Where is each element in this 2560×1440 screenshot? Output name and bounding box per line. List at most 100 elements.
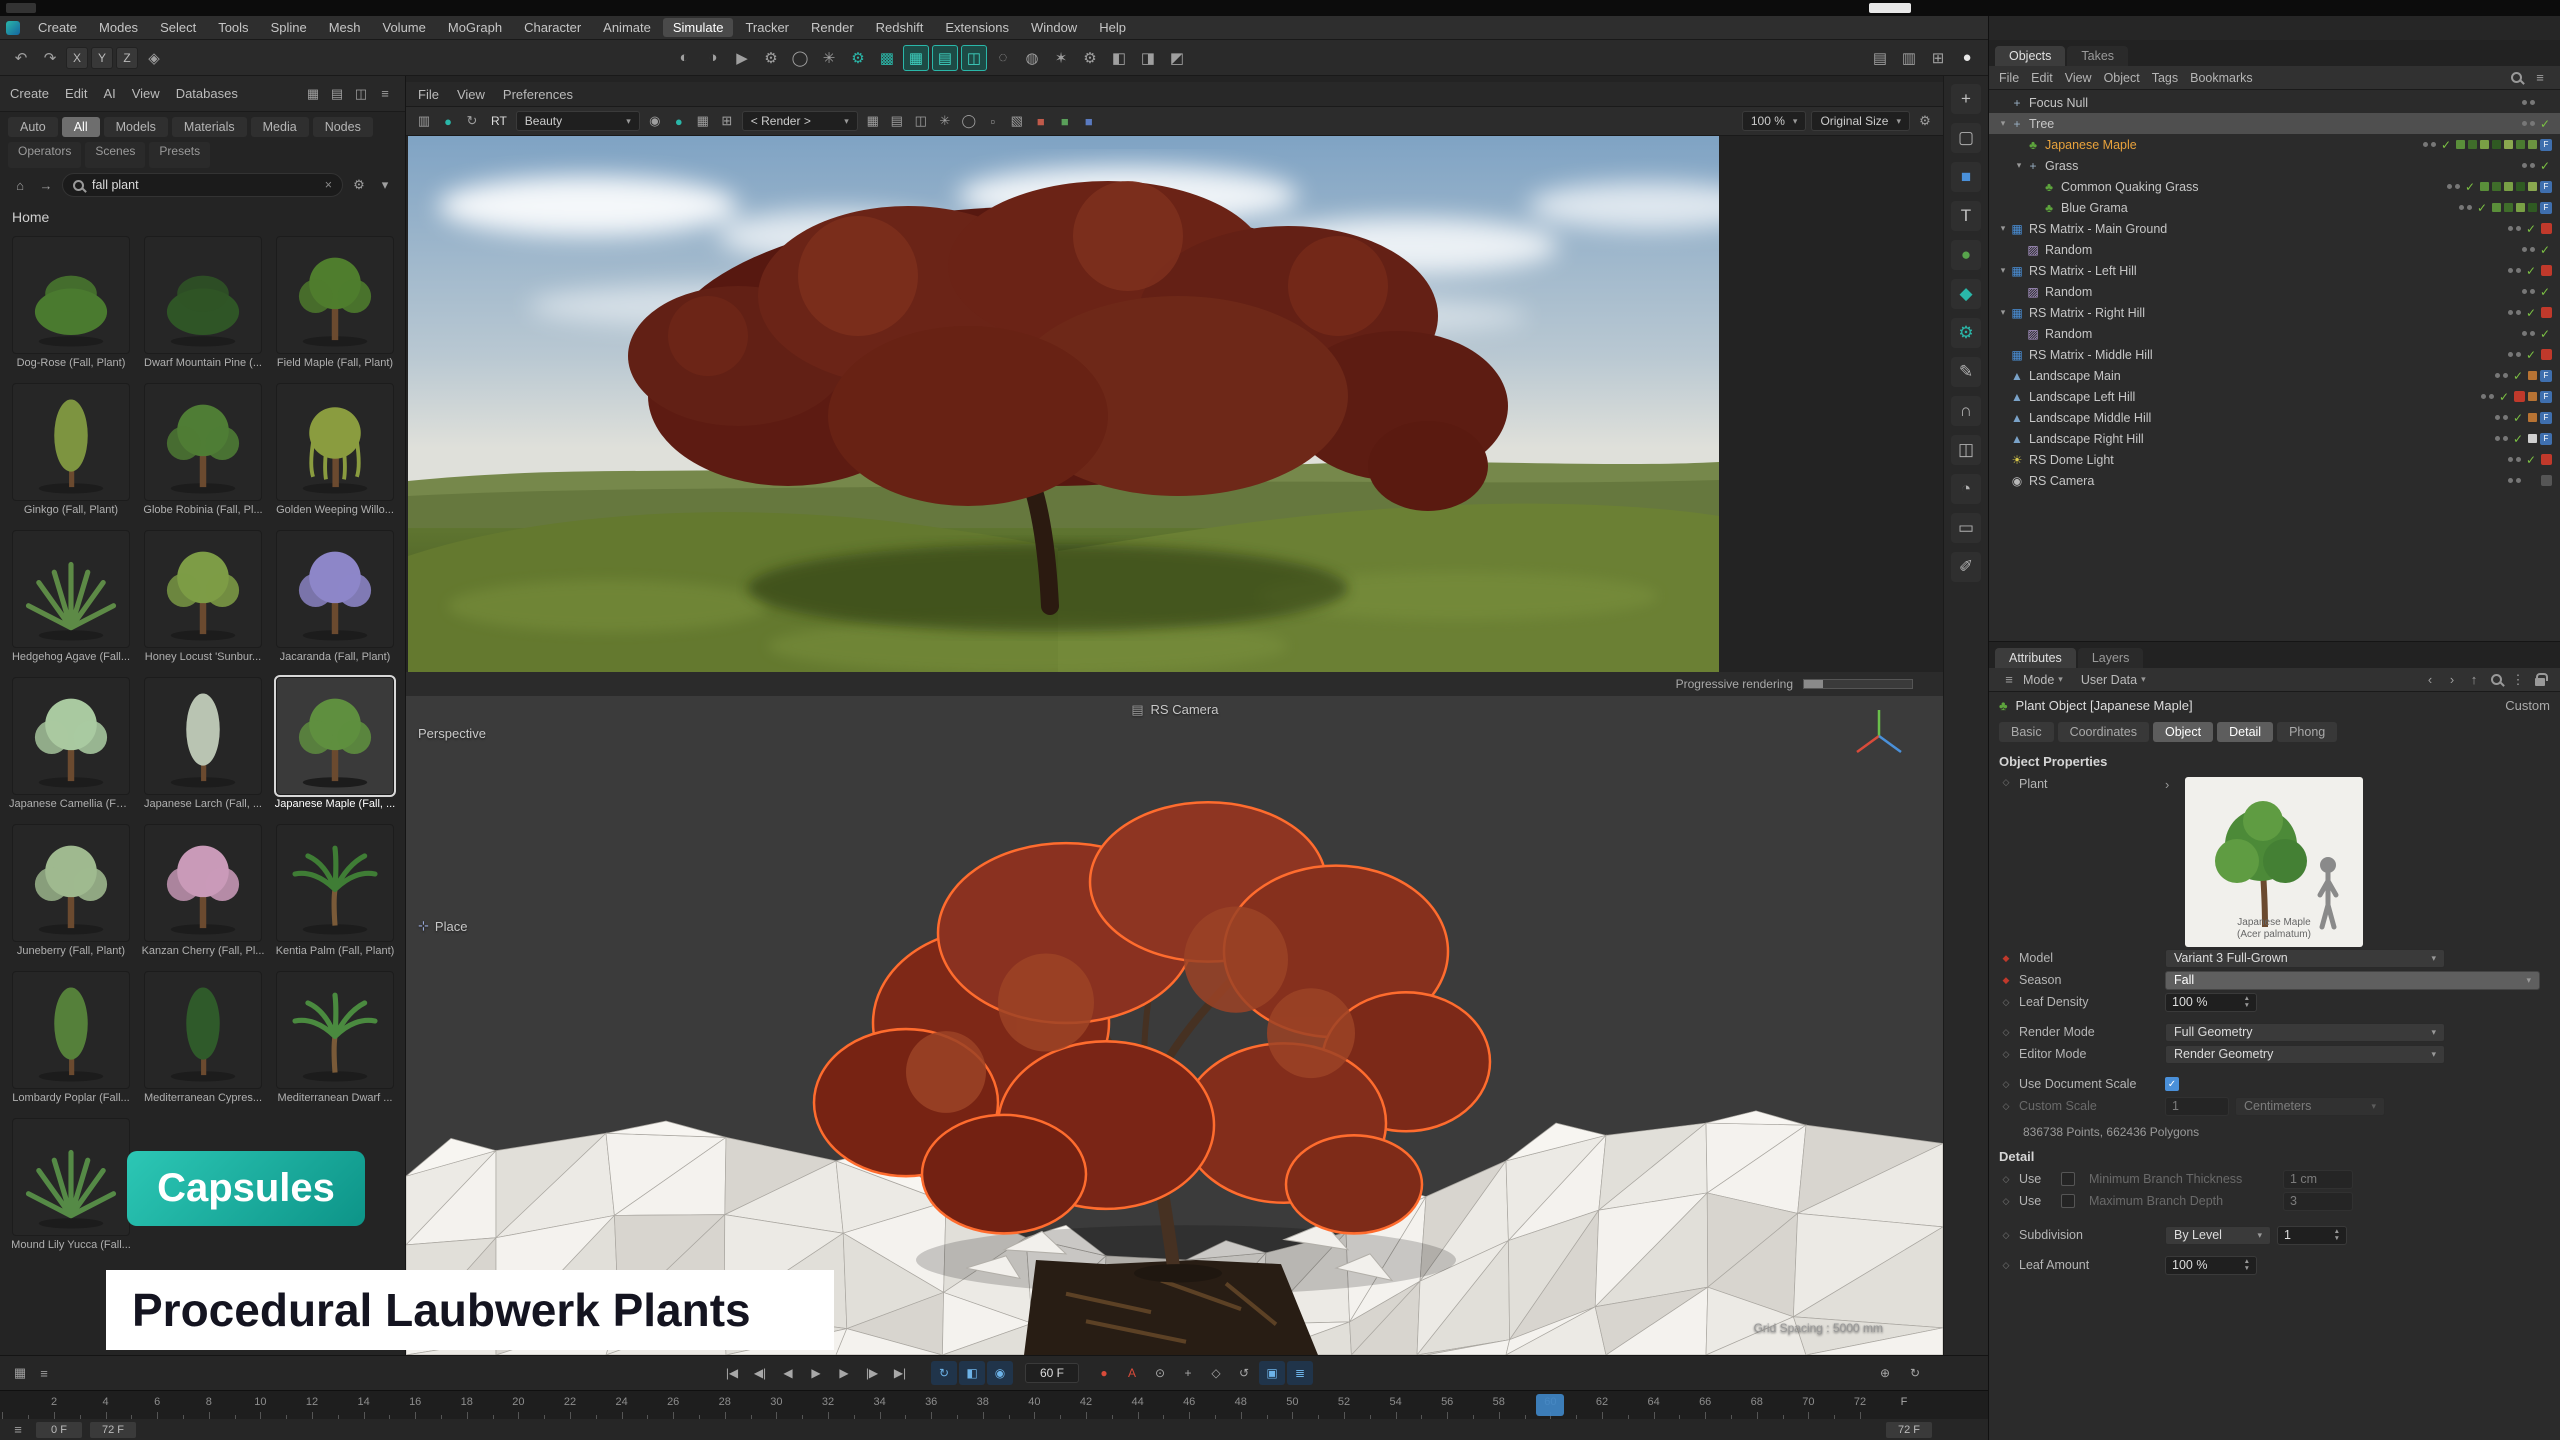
place-tool-label[interactable]: ⊹ Place — [418, 918, 467, 934]
viewport-label[interactable]: Perspective — [418, 726, 486, 741]
menu-spline[interactable]: Spline — [261, 18, 317, 37]
asset-kentia-palm-fall-plant[interactable]: Kentia Palm (Fall, Plant) — [272, 824, 398, 957]
search-icon[interactable] — [2486, 670, 2506, 690]
visibility-dot[interactable] — [2516, 478, 2521, 483]
snap-grid-icon[interactable]: ▦ — [903, 45, 929, 71]
visibility-dot[interactable] — [2516, 268, 2521, 273]
record-button[interactable]: ● — [1091, 1361, 1117, 1385]
min-branch-field[interactable]: 1 cm — [2283, 1170, 2353, 1189]
keyframe-marker[interactable]: ◇ — [1999, 1260, 2013, 1271]
filter-media[interactable]: Media — [251, 117, 309, 137]
tab-attributes[interactable]: Attributes — [1995, 648, 2076, 668]
subdivision-field[interactable]: 1 ▲▼ — [2277, 1226, 2347, 1245]
keyframe-marker[interactable]: ◇ — [1999, 1049, 2013, 1060]
record-position-button[interactable]: + — [1175, 1361, 1201, 1385]
section-tab-coordinates[interactable]: Coordinates — [2058, 722, 2149, 742]
viewport-settings-icon[interactable]: ⚙ — [1915, 111, 1935, 131]
play-button[interactable]: ▶ — [803, 1361, 829, 1385]
visibility-dot[interactable] — [2522, 163, 2527, 168]
keyframe-marker[interactable]: ◇ — [1999, 997, 2013, 1008]
playhead[interactable] — [1536, 1394, 1564, 1416]
autokey-button[interactable]: A — [1119, 1361, 1145, 1385]
visibility-dot[interactable] — [2516, 352, 2521, 357]
redshift-tag-icon[interactable] — [2541, 223, 2552, 234]
zoom-dropdown[interactable]: 100 %▾ — [1742, 111, 1807, 131]
material-swatch[interactable] — [2528, 434, 2537, 443]
coord-system-icon[interactable]: ◈ — [141, 45, 167, 71]
asset-hedgehog-agave-fall[interactable]: Hedgehog Agave (Fall... — [8, 530, 134, 663]
simulate-gear-icon[interactable]: ⚙ — [845, 45, 871, 71]
material-swatch[interactable] — [2492, 203, 2501, 212]
axis-y-button[interactable]: Y — [91, 47, 113, 69]
enabled-check-icon[interactable]: ✓ — [2463, 180, 2477, 194]
menu-window[interactable]: Window — [1021, 18, 1087, 37]
section-tab-basic[interactable]: Basic — [1999, 722, 2054, 742]
prev-frame-button[interactable]: ◀ — [775, 1361, 801, 1385]
tab-layers[interactable]: Layers — [2078, 648, 2144, 668]
next-frame-button[interactable]: ▶ — [831, 1361, 857, 1385]
filter-materials[interactable]: Materials — [172, 117, 247, 137]
dot-teal-icon[interactable]: ● — [669, 111, 689, 131]
sculpt-tool-icon[interactable]: ● — [1951, 240, 1981, 270]
material-swatch[interactable] — [2516, 182, 2525, 191]
camera-label[interactable]: ▤ RS Camera — [1131, 702, 1219, 717]
section-tab-object[interactable]: Object — [2153, 722, 2213, 742]
plane-tool-icon[interactable]: ▢ — [1951, 123, 1981, 153]
object-landscape-middle-hill[interactable]: ▲Landscape Middle Hill✓F — [1989, 407, 2560, 428]
material-swatch[interactable] — [2504, 203, 2513, 212]
layout-split-icon[interactable]: ▥ — [1896, 45, 1922, 71]
visibility-dot[interactable] — [2516, 226, 2521, 231]
visibility-dot[interactable] — [2522, 121, 2527, 126]
material-swatch[interactable] — [2528, 371, 2537, 380]
channel-g-icon[interactable]: ■ — [1055, 111, 1075, 131]
browser-menu-icon[interactable]: ≡ — [375, 84, 395, 104]
section-tab-detail[interactable]: Detail — [2217, 722, 2273, 742]
cube-tool-icon[interactable]: ■ — [1951, 162, 1981, 192]
asset-menu-create[interactable]: Create — [10, 86, 49, 101]
simulation-tool-icon[interactable]: ⚙ — [1951, 318, 1981, 348]
om-menu-view[interactable]: View — [2065, 71, 2092, 85]
bars-icon[interactable]: ▧ — [1007, 111, 1027, 131]
keyframe-marker[interactable]: ◇ — [1999, 777, 2013, 788]
custom-scale-field[interactable]: 1 — [2165, 1097, 2229, 1116]
visibility-dot[interactable] — [2522, 331, 2527, 336]
material-swatch[interactable] — [2456, 140, 2465, 149]
more-icon[interactable]: ⋮ — [2508, 670, 2528, 690]
enabled-check-icon[interactable]: ✓ — [2538, 117, 2552, 131]
panel-menu-icon[interactable]: ≡ — [1999, 670, 2019, 690]
list-view-icon[interactable]: ▤ — [327, 84, 347, 104]
asset-field-maple-fall-plant[interactable]: Field Maple (Fall, Plant) — [272, 236, 398, 369]
record-param-button[interactable]: ▣ — [1259, 1361, 1285, 1385]
visibility-dot[interactable] — [2530, 289, 2535, 294]
visibility-dot[interactable] — [2516, 457, 2521, 462]
filter-all[interactable]: All — [62, 117, 100, 137]
asset-japanese-larch-fall[interactable]: Japanese Larch (Fall, ... — [140, 677, 266, 810]
field-tag-icon[interactable]: F — [2540, 181, 2552, 193]
layout-quad-icon[interactable]: ⊞ — [1925, 45, 1951, 71]
ipr-sphere-icon[interactable]: ● — [438, 111, 458, 131]
lock-icon[interactable] — [2530, 670, 2550, 690]
asset-golden-weeping-willo[interactable]: Golden Weeping Willo... — [272, 383, 398, 516]
visibility-dot[interactable] — [2530, 247, 2535, 252]
material-swatch[interactable] — [2528, 140, 2537, 149]
enabled-check-icon[interactable]: ✓ — [2524, 264, 2538, 278]
detail-view-icon[interactable]: ◫ — [351, 84, 371, 104]
season-dropdown[interactable]: Fall▾ — [2165, 971, 2540, 990]
visibility-dot[interactable] — [2481, 394, 2486, 399]
keyframe-marker[interactable]: ◆ — [1999, 953, 2013, 964]
editor-mode-dropdown[interactable]: Render Geometry▾ — [2165, 1045, 2445, 1064]
tab-objects[interactable]: Objects — [1995, 46, 2065, 66]
visibility-dot[interactable] — [2503, 436, 2508, 441]
field-tag-icon[interactable]: F — [2540, 370, 2552, 382]
menu-volume[interactable]: Volume — [373, 18, 436, 37]
object-common-quaking-grass[interactable]: ♣Common Quaking Grass✓F — [1989, 176, 2560, 197]
asset-honey-locust-sunbur[interactable]: Honey Locust 'Sunbur... — [140, 530, 266, 663]
visibility-dot[interactable] — [2489, 394, 2494, 399]
visibility-dot[interactable] — [2522, 100, 2527, 105]
redshift-tag-icon[interactable] — [2541, 307, 2552, 318]
expand-plant-button[interactable]: › — [2165, 777, 2179, 792]
material-swatch[interactable] — [2492, 182, 2501, 191]
symmetry-tool-icon[interactable]: ◫ — [1951, 435, 1981, 465]
visibility-dot[interactable] — [2508, 268, 2513, 273]
asset-menu-ai[interactable]: AI — [103, 86, 115, 101]
